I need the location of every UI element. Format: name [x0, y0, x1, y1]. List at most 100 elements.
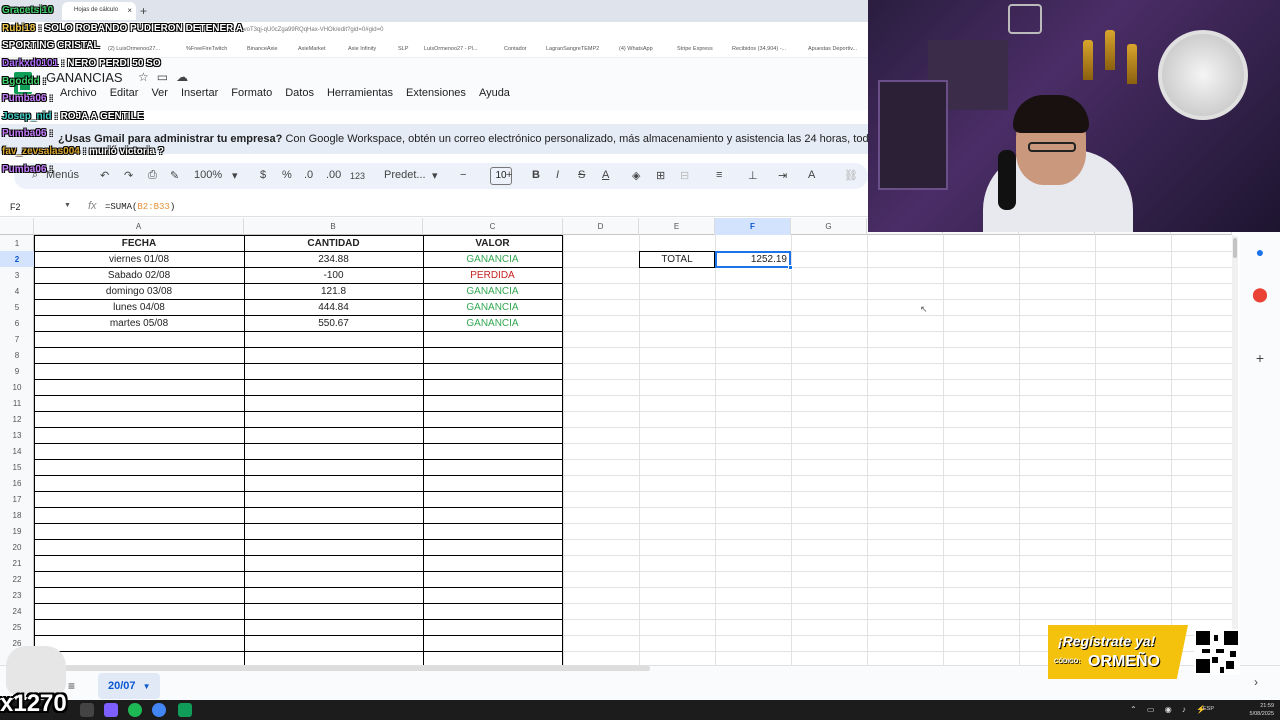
- row-header[interactable]: 8: [0, 347, 34, 363]
- menu-item-datos[interactable]: Datos: [285, 87, 314, 99]
- app-icon[interactable]: [104, 703, 118, 717]
- chevron-down-icon[interactable]: ▾: [432, 169, 438, 182]
- row-header[interactable]: 19: [0, 523, 34, 539]
- print-icon[interactable]: ⎙: [148, 169, 157, 182]
- align-left-icon[interactable]: ≡: [716, 169, 722, 181]
- table-cell-fecha[interactable]: lunes 04/08: [34, 300, 244, 316]
- undo-icon[interactable]: ↶: [100, 169, 109, 182]
- clock-date[interactable]: 5/08/2025: [1250, 710, 1274, 718]
- chevron-down-icon[interactable]: ▼: [64, 202, 71, 209]
- add-addon-icon[interactable]: +: [1251, 350, 1269, 366]
- row-header[interactable]: 13: [0, 427, 34, 443]
- cloud-status-icon[interactable]: ☁: [176, 70, 196, 84]
- menu-item-ayuda[interactable]: Ayuda: [479, 87, 510, 99]
- row-header[interactable]: 10: [0, 379, 34, 395]
- text-wrap-icon[interactable]: ⇥: [778, 169, 787, 182]
- table-cell-valor[interactable]: GANANCIA: [423, 300, 562, 316]
- table-cell-cantidad[interactable]: 550.67: [244, 316, 423, 332]
- total-value-cell[interactable]: 1252.19: [715, 251, 791, 268]
- bookmark-item[interactable]: %FreeFireTwitch: [186, 46, 227, 52]
- close-tab-icon[interactable]: ×: [127, 6, 132, 15]
- doc-title[interactable]: GANANCIAS: [46, 70, 123, 85]
- row-header[interactable]: 7: [0, 331, 34, 347]
- borders-icon[interactable]: ⊞: [656, 169, 665, 182]
- formula-input[interactable]: =SUMA(B2:B33): [105, 202, 175, 212]
- table-header-cell[interactable]: VALOR: [423, 236, 562, 252]
- bookmark-item[interactable]: Stripe Express: [677, 46, 713, 52]
- table-cell-cantidad[interactable]: -100: [244, 268, 423, 284]
- horizontal-scrollbar[interactable]: [34, 666, 650, 671]
- column-header[interactable]: F: [715, 218, 791, 235]
- row-header[interactable]: 16: [0, 475, 34, 491]
- vertical-align-icon[interactable]: ⊥: [748, 169, 758, 182]
- redo-icon[interactable]: ↷: [124, 169, 133, 182]
- vertical-scrollbar[interactable]: [1232, 236, 1238, 664]
- decrease-decimal-button[interactable]: .0: [304, 169, 313, 181]
- name-box[interactable]: F2: [10, 202, 21, 212]
- select-all-corner[interactable]: [0, 218, 34, 235]
- column-header[interactable]: D: [563, 218, 639, 235]
- maps-icon[interactable]: ⬤: [1251, 286, 1269, 303]
- bookmark-item[interactable]: AxieMarket: [298, 46, 326, 52]
- sheets-app-icon[interactable]: [178, 703, 192, 717]
- bookmark-item[interactable]: SLP: [398, 46, 408, 52]
- number-format-button[interactable]: 123: [350, 171, 365, 181]
- clock-time[interactable]: 21:59: [1250, 702, 1274, 710]
- browser-tab[interactable]: Hojas de cálculo ×: [62, 2, 136, 20]
- increase-font-size-icon[interactable]: +: [506, 169, 512, 181]
- table-cell-fecha[interactable]: Sabado 02/08: [34, 268, 244, 284]
- bookmark-item[interactable]: BinanceAxie: [247, 46, 278, 52]
- row-header[interactable]: 6: [0, 315, 34, 331]
- row-header[interactable]: 25: [0, 619, 34, 635]
- bookmark-item[interactable]: Apuestas Deportiv...: [808, 46, 857, 52]
- font-select[interactable]: Predet...: [384, 169, 426, 181]
- menu-item-insertar[interactable]: Insertar: [181, 87, 218, 99]
- system-tray-icons[interactable]: ⌃ ▭ ◉ ♪ ⚡: [1130, 705, 1210, 714]
- row-header[interactable]: 3: [0, 267, 34, 283]
- decrease-font-size-icon[interactable]: −: [460, 169, 466, 181]
- new-tab-icon[interactable]: +: [140, 4, 147, 18]
- table-cell-valor[interactable]: PERDIDA: [423, 268, 562, 284]
- column-header[interactable]: C: [423, 218, 563, 235]
- total-label-cell[interactable]: TOTAL: [639, 251, 715, 268]
- row-header[interactable]: 9: [0, 363, 34, 379]
- start-icon[interactable]: [80, 703, 94, 717]
- fill-color-icon[interactable]: ◈: [632, 169, 640, 182]
- row-header[interactable]: 11: [0, 395, 34, 411]
- menu-item-extensiones[interactable]: Extensiones: [406, 87, 466, 99]
- menu-item-editar[interactable]: Editar: [110, 87, 139, 99]
- sheet-tab[interactable]: 20/07 ▼: [98, 673, 160, 699]
- row-header[interactable]: 22: [0, 571, 34, 587]
- menu-item-formato[interactable]: Formato: [231, 87, 272, 99]
- table-cell-cantidad[interactable]: 444.84: [244, 300, 423, 316]
- menu-item-archivo[interactable]: Archivo: [60, 87, 97, 99]
- bookmark-item[interactable]: (2) LuisOrmenoo27...: [108, 46, 160, 52]
- table-cell-valor[interactable]: GANANCIA: [423, 284, 562, 300]
- column-header[interactable]: A: [34, 218, 244, 235]
- column-header[interactable]: B: [244, 218, 423, 235]
- menu-item-ver[interactable]: Ver: [151, 87, 168, 99]
- bookmark-item[interactable]: Axie Infinity: [348, 46, 376, 52]
- move-folder-icon[interactable]: ▭: [157, 70, 176, 84]
- row-header[interactable]: 23: [0, 587, 34, 603]
- star-icon[interactable]: ☆: [138, 70, 157, 84]
- scrollbar-thumb[interactable]: [1233, 238, 1237, 258]
- keyboard-language[interactable]: ESP: [1203, 705, 1214, 713]
- table-header-cell[interactable]: CANTIDAD: [244, 236, 423, 252]
- table-cell-cantidad[interactable]: 234.88: [244, 252, 423, 268]
- menu-item-herramientas[interactable]: Herramientas: [327, 87, 393, 99]
- bookmark-item[interactable]: LuisOrmenoo27 - Pl...: [424, 46, 478, 52]
- paint-format-icon[interactable]: ✎: [170, 169, 179, 182]
- row-header[interactable]: 5: [0, 299, 34, 315]
- column-header[interactable]: G: [791, 218, 867, 235]
- table-cell-valor[interactable]: GANANCIA: [423, 316, 562, 332]
- contacts-icon[interactable]: ●: [1251, 244, 1269, 260]
- bookmark-item[interactable]: LagranSangreTEMP2: [546, 46, 599, 52]
- row-header[interactable]: 17: [0, 491, 34, 507]
- merge-cells-icon[interactable]: ⊟: [680, 169, 689, 182]
- strikethrough-icon[interactable]: S: [578, 169, 585, 181]
- chevron-down-icon[interactable]: ▾: [232, 169, 238, 182]
- column-header[interactable]: E: [639, 218, 715, 235]
- spotify-icon[interactable]: [128, 703, 142, 717]
- fill-handle[interactable]: [788, 265, 793, 270]
